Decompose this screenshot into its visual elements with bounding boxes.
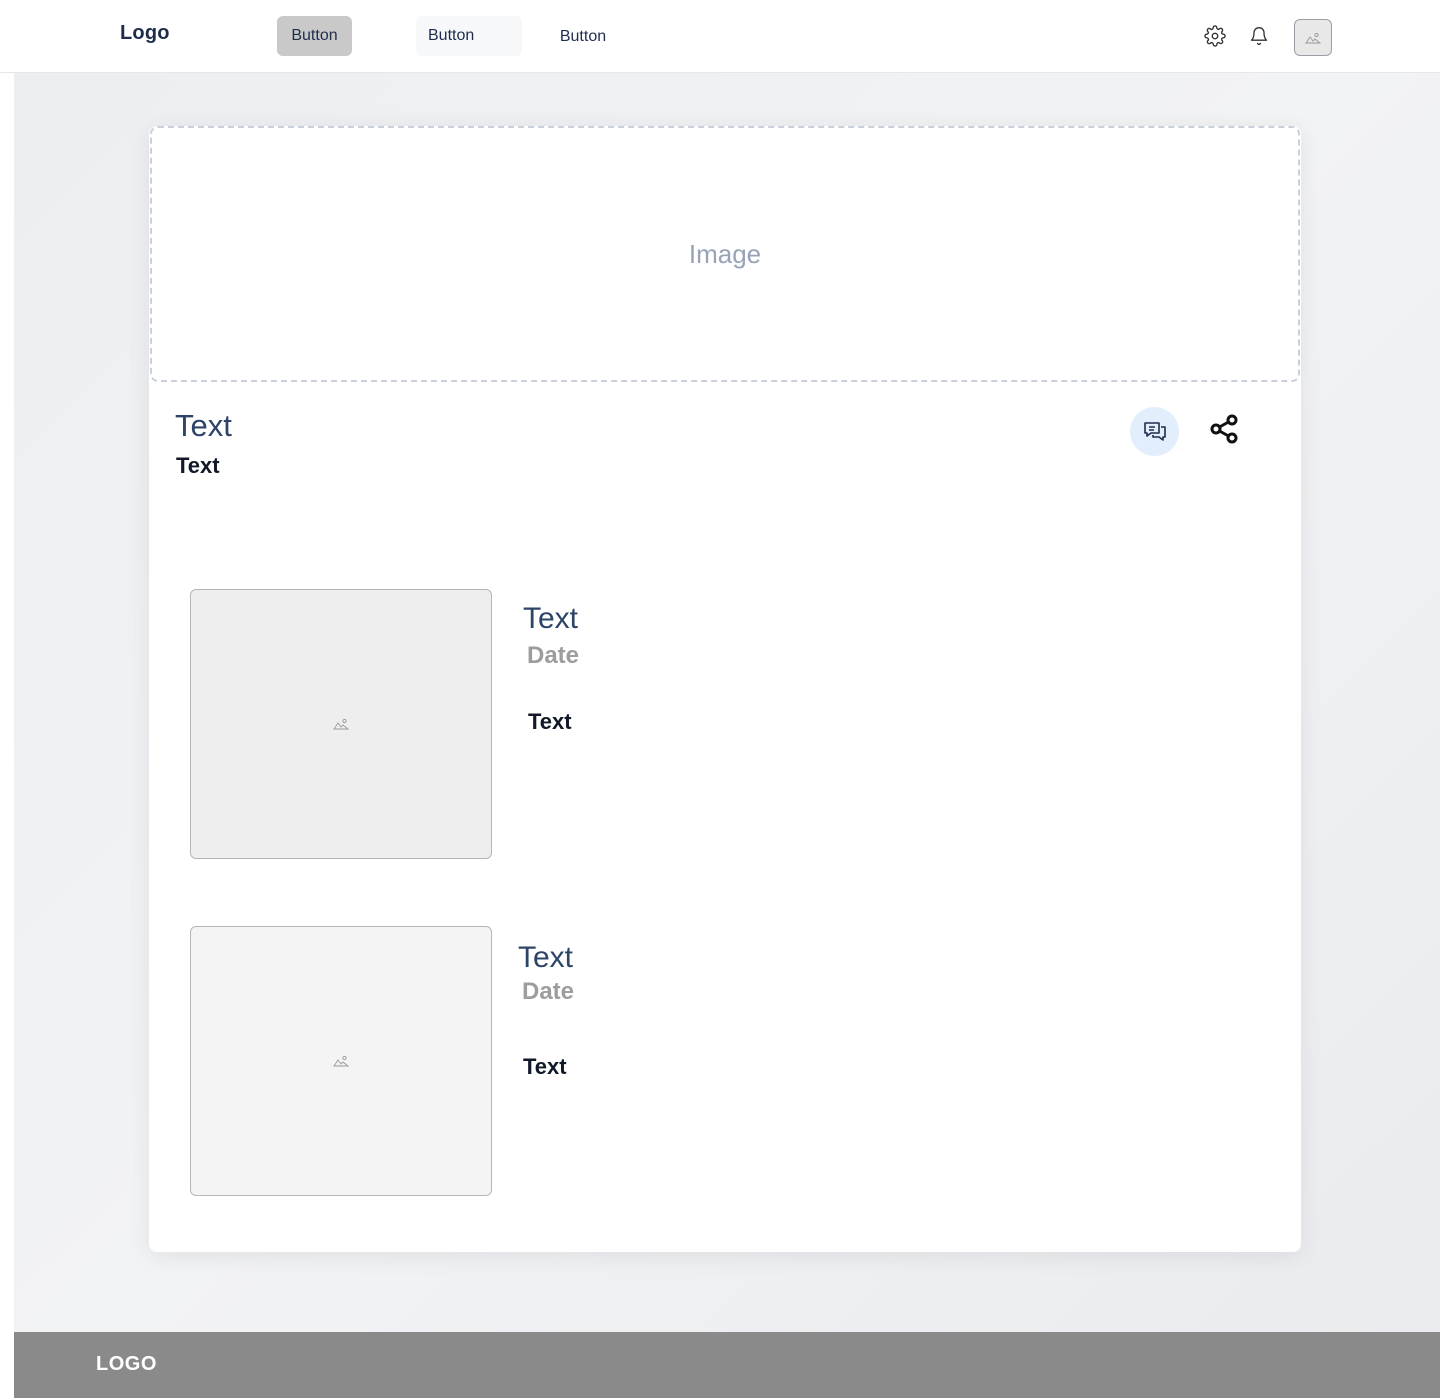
item-title: Text	[518, 941, 574, 974]
chat-icon	[1143, 421, 1166, 441]
image-placeholder-icon	[333, 718, 349, 730]
top-header: Logo Button Button Button	[0, 0, 1440, 73]
footer-logo[interactable]: LOGO	[96, 1353, 157, 1376]
nav-button-3[interactable]: Button	[543, 17, 623, 57]
image-placeholder-icon	[1305, 32, 1321, 43]
post-subtitle: Text	[176, 453, 220, 478]
footer: LOGO	[14, 1332, 1440, 1398]
image-placeholder-icon	[333, 1055, 349, 1067]
logo[interactable]: Logo	[120, 22, 170, 45]
post-title: Text	[175, 408, 232, 443]
item-body: Text	[523, 1054, 567, 1079]
avatar[interactable]	[1294, 19, 1332, 56]
nav-button-1[interactable]: Button	[277, 16, 352, 56]
hero-image-label: Image	[688, 238, 762, 269]
item-date: Date	[522, 978, 575, 1005]
bell-icon[interactable]	[1248, 25, 1270, 47]
comment-button[interactable]	[1130, 407, 1179, 456]
share-icon	[1210, 414, 1238, 444]
item-title: Text	[523, 602, 579, 635]
item-thumbnail	[190, 589, 492, 859]
gear-icon[interactable]	[1204, 25, 1226, 47]
item-thumbnail	[190, 926, 492, 1196]
item-body: Text	[528, 709, 572, 734]
nav-button-2[interactable]: Button	[416, 16, 522, 56]
share-button[interactable]	[1208, 413, 1240, 445]
hero-image-placeholder: Image	[150, 126, 1300, 382]
item-date: Date	[527, 642, 580, 669]
